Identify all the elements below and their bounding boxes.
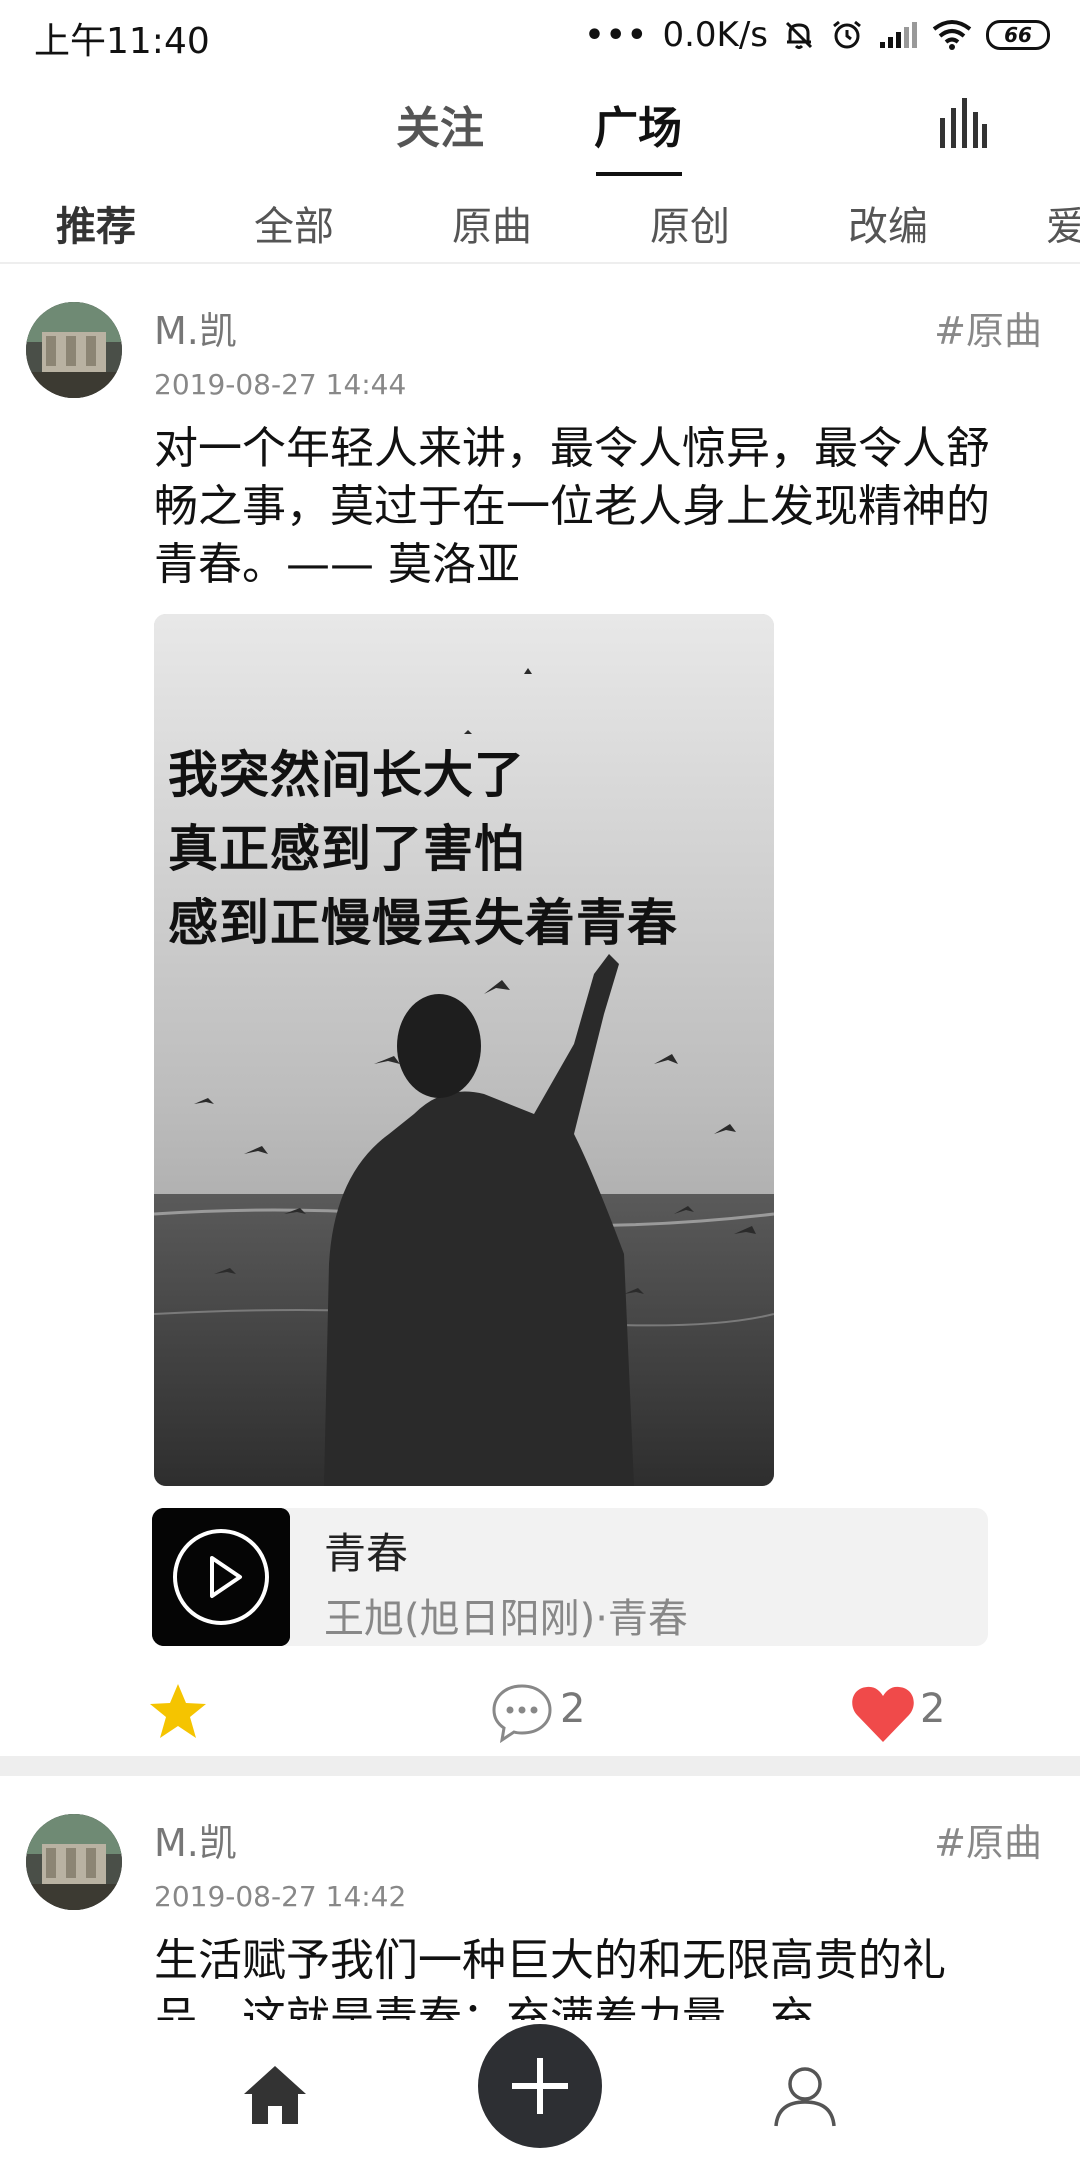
bars-chart-icon[interactable] — [938, 96, 988, 148]
net-speed: 0.0K/s — [662, 15, 768, 55]
music-card[interactable]: 青春 王旭(旭日阳刚)·青春 — [152, 1508, 988, 1646]
tab-square[interactable]: 广场 — [594, 92, 682, 156]
category-original-song[interactable]: 原曲 — [452, 194, 532, 252]
post-text: 对一个年轻人来讲，最令人惊异，最令人舒畅之事，莫过于在一位老人身上发现精神的青春… — [154, 423, 990, 590]
post-username[interactable]: M.凯 — [154, 300, 237, 355]
category-adapted[interactable]: 改编 — [848, 194, 928, 252]
avatar[interactable] — [26, 1814, 122, 1910]
post-username[interactable]: M.凯 — [154, 1812, 237, 1867]
music-cover[interactable] — [152, 1508, 290, 1646]
post-actions: 2 2 — [0, 1672, 1080, 1752]
more-dots-icon: ••• — [584, 17, 649, 53]
status-time: 上午11:40 — [34, 21, 210, 62]
home-icon[interactable] — [240, 2062, 310, 2128]
post-time: 2019-08-27 14:42 — [154, 1880, 407, 1913]
status-right: ••• 0.0K/s 66 — [585, 10, 1050, 60]
silent-bell-icon — [785, 21, 813, 49]
add-icon — [512, 2058, 568, 2114]
wifi-icon — [932, 20, 972, 50]
category-tabs: 推荐 全部 原曲 原创 改编 爱 — [0, 186, 1080, 264]
post-image[interactable]: 我突然间长大了 真正感到了害怕 感到正慢慢丢失着青春 — [154, 614, 774, 1486]
category-all[interactable]: 全部 — [254, 194, 334, 252]
image-caption-line: 感到正慢慢丢失着青春 — [168, 893, 678, 952]
comment-icon[interactable] — [490, 1680, 554, 1744]
signal-icon — [880, 22, 917, 48]
alarm-icon — [833, 20, 861, 49]
music-title: 青春 — [324, 1529, 409, 1578]
active-tab-indicator — [596, 172, 682, 176]
comment-count: 2 — [560, 1686, 586, 1732]
profile-icon[interactable] — [770, 2060, 840, 2130]
battery-icon: 66 — [986, 20, 1050, 50]
category-recommend[interactable]: 推荐 — [56, 194, 136, 252]
image-caption-line: 我突然间长大了 — [168, 745, 525, 804]
status-bar: 上午11:40 ••• 0.0K/s 66 — [0, 0, 1080, 70]
post-time: 2019-08-27 14:44 — [154, 368, 407, 401]
heart-icon[interactable] — [850, 1682, 916, 1744]
like-count: 2 — [920, 1686, 946, 1732]
bottom-nav — [0, 2020, 1080, 2160]
add-button[interactable] — [478, 2024, 602, 2148]
post-tag[interactable]: #原曲 — [934, 300, 1042, 355]
image-caption-line: 真正感到了害怕 — [168, 819, 525, 878]
post-text: 生活赋予我们一种巨大的和无限高贵的礼品，这就是青春：充满着力量，充 — [154, 1935, 946, 2020]
tab-follow[interactable]: 关注 — [396, 92, 484, 156]
music-artist: 王旭(旭日阳刚)·青春 — [324, 1596, 688, 1642]
avatar[interactable] — [26, 302, 122, 398]
post-divider — [0, 1756, 1080, 1776]
category-original[interactable]: 原创 — [650, 194, 730, 252]
star-icon[interactable] — [146, 1680, 210, 1744]
post-tag[interactable]: #原曲 — [934, 1812, 1042, 1867]
category-love[interactable]: 爱 — [1046, 194, 1080, 252]
image-caption: 我突然间长大了 真正感到了害怕 感到正慢慢丢失着青春 — [168, 738, 678, 960]
top-tab-bar: 关注 广场 — [0, 80, 1080, 180]
